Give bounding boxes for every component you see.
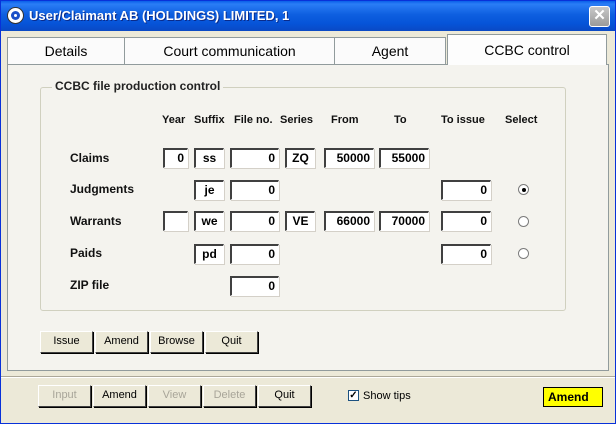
show-tips-checkbox[interactable]: ✓ xyxy=(348,390,359,401)
mode-indicator: Amend xyxy=(543,387,603,407)
tab-court-communication[interactable]: Court communication xyxy=(124,37,335,64)
window-title: User/Claimant AB (HOLDINGS) LIMITED, 1 xyxy=(29,8,290,23)
panel-quit-button[interactable]: Quit xyxy=(205,331,258,353)
group-title: CCBC file production control xyxy=(52,79,224,93)
zip-file-no-field[interactable]: 0 xyxy=(230,276,279,296)
title-bar[interactable]: User/Claimant AB (HOLDINGS) LIMITED, 1 ✕ xyxy=(1,1,615,31)
claims-from-field[interactable]: 50000 xyxy=(324,148,374,168)
header-suffix: Suffix xyxy=(194,114,225,126)
claims-year-field[interactable]: 0 xyxy=(163,148,188,168)
judgments-to-issue-field[interactable]: 0 xyxy=(441,180,491,200)
input-button[interactable]: Input xyxy=(38,385,91,407)
row-label-judgments: Judgments xyxy=(70,182,135,196)
paids-select-radio[interactable] xyxy=(518,248,529,259)
bottom-divider xyxy=(1,376,615,378)
show-tips-label[interactable]: Show tips xyxy=(363,390,411,402)
dialog-window: User/Claimant AB (HOLDINGS) LIMITED, 1 ✕… xyxy=(0,0,616,424)
header-file-no: File no. xyxy=(234,114,273,126)
header-from: From xyxy=(331,114,359,126)
issue-button[interactable]: Issue xyxy=(40,331,93,353)
header-to: To xyxy=(394,114,407,126)
amend-button[interactable]: Amend xyxy=(93,385,146,407)
delete-button[interactable]: Delete xyxy=(203,385,256,407)
header-select: Select xyxy=(505,114,538,126)
tab-agent[interactable]: Agent xyxy=(334,37,446,64)
warrants-select-radio[interactable] xyxy=(518,216,529,227)
view-button[interactable]: View xyxy=(148,385,201,407)
paids-suffix-field[interactable]: pd xyxy=(194,244,224,264)
paids-file-no-field[interactable]: 0 xyxy=(230,244,279,264)
header-year: Year xyxy=(162,114,186,126)
claims-series-field[interactable]: ZQ xyxy=(285,148,315,168)
quit-button[interactable]: Quit xyxy=(258,385,311,407)
row-label-warrants: Warrants xyxy=(70,214,122,228)
warrants-to-issue-field[interactable]: 0 xyxy=(441,211,491,231)
warrants-suffix-field[interactable]: we xyxy=(194,211,224,231)
close-icon[interactable]: ✕ xyxy=(589,6,610,27)
row-label-zip-file: ZIP file xyxy=(70,278,110,292)
browse-button[interactable]: Browse xyxy=(150,331,203,353)
tab-panel: CCBC file production control Year Suffix… xyxy=(7,64,609,371)
warrants-file-no-field[interactable]: 0 xyxy=(230,211,279,231)
warrants-year-field[interactable] xyxy=(163,211,188,231)
warrants-to-field[interactable]: 70000 xyxy=(379,211,429,231)
judgments-suffix-field[interactable]: je xyxy=(194,180,224,200)
judgments-select-radio[interactable] xyxy=(518,184,529,195)
tab-ccbc-control[interactable]: CCBC control xyxy=(447,34,607,65)
panel-amend-button[interactable]: Amend xyxy=(95,331,148,353)
row-label-paids: Paids xyxy=(70,246,103,260)
claims-file-no-field[interactable]: 0 xyxy=(230,148,279,168)
claims-to-field[interactable]: 55000 xyxy=(379,148,429,168)
row-label-claims: Claims xyxy=(70,151,110,165)
judgments-file-no-field[interactable]: 0 xyxy=(230,180,279,200)
warrants-from-field[interactable]: 66000 xyxy=(324,211,374,231)
warrants-series-field[interactable]: VE xyxy=(285,211,315,231)
header-series: Series xyxy=(280,114,314,126)
claims-suffix-field[interactable]: ss xyxy=(194,148,224,168)
tab-details[interactable]: Details xyxy=(7,37,125,64)
paids-to-issue-field[interactable]: 0 xyxy=(441,244,491,264)
app-icon xyxy=(7,7,24,24)
header-to-issue: To issue xyxy=(441,114,485,126)
